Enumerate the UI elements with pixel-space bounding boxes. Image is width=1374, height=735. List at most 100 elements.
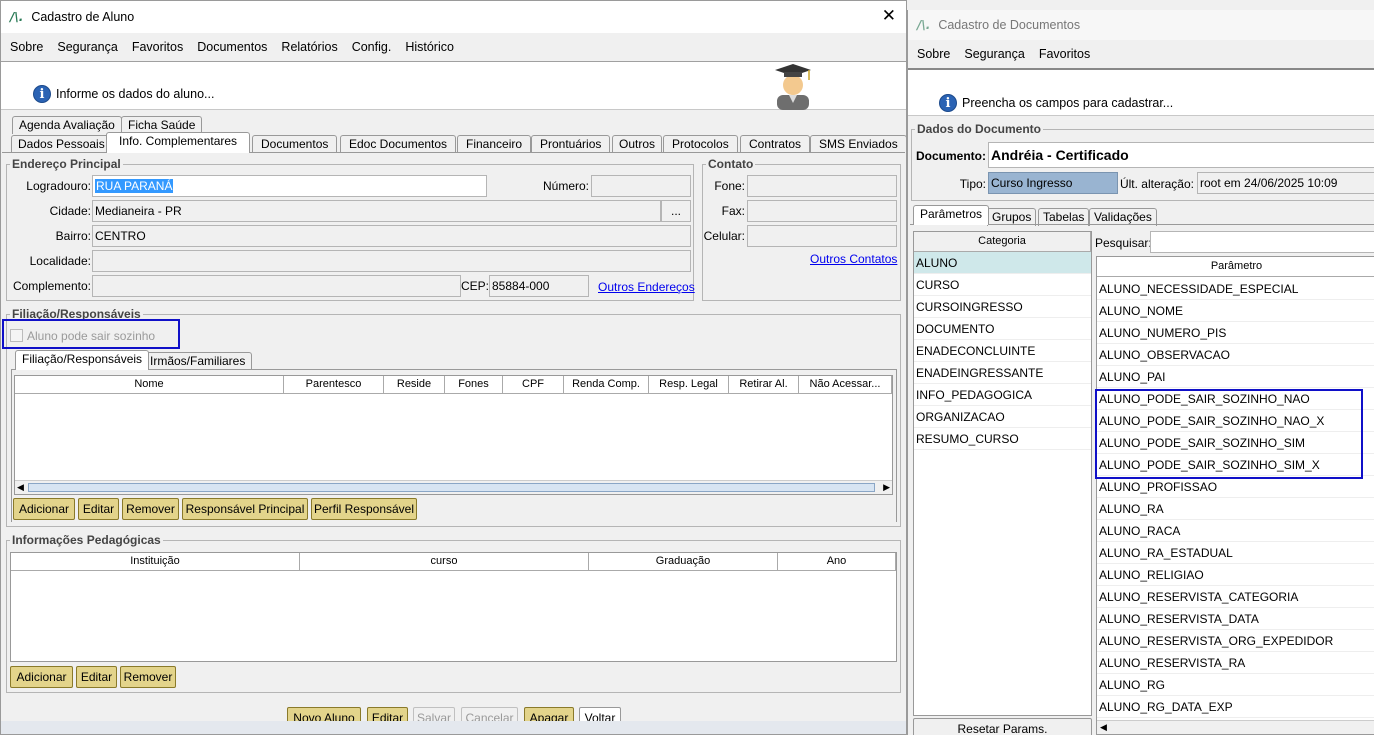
close-icon[interactable]: ✕ — [882, 7, 896, 25]
col-parentesco[interactable]: Parentesco — [284, 376, 384, 394]
cep-field[interactable]: 85884-000 — [489, 275, 589, 297]
cidade-lookup-button[interactable]: ... — [661, 200, 691, 222]
outros-contatos-link[interactable]: Outros Contatos — [810, 252, 897, 266]
parametro-item[interactable]: ALUNO_RELIGIAO — [1097, 564, 1374, 586]
parametro-item[interactable]: ALUNO_PROFISSAO — [1097, 476, 1374, 498]
doc-menu-sobre[interactable]: Sobre — [917, 47, 950, 61]
parametro-item[interactable]: ALUNO_RA — [1097, 498, 1374, 520]
col-renda[interactable]: Renda Comp. — [564, 376, 649, 394]
col-fones[interactable]: Fones — [445, 376, 503, 394]
categoria-item[interactable]: INFO_PEDAGOGICA — [914, 384, 1091, 406]
parametro-item[interactable]: ALUNO_RACA — [1097, 520, 1374, 542]
perfil-responsavel-button[interactable]: Perfil Responsável — [311, 498, 417, 520]
menu-documentos[interactable]: Documentos — [197, 40, 267, 54]
categoria-item[interactable]: ALUNO — [914, 252, 1091, 274]
col-nao-acessar[interactable]: Não Acessar... — [799, 376, 892, 394]
categoria-item[interactable]: ENADEINGRESSANTE — [914, 362, 1091, 384]
celular-field[interactable] — [747, 225, 897, 247]
logradouro-field[interactable]: RUA PARANÁ — [92, 175, 487, 197]
info-icon: i — [33, 85, 51, 103]
categoria-item[interactable]: CURSOINGRESSO — [914, 296, 1091, 318]
tab-protocolos[interactable]: Protocolos — [663, 135, 738, 153]
scroll-right-icon[interactable]: ▶ — [883, 482, 890, 493]
fone-field[interactable] — [747, 175, 897, 197]
col-curso[interactable]: curso — [300, 553, 589, 571]
numero-field[interactable] — [591, 175, 691, 197]
documento-field[interactable]: Andréia - Certificado — [988, 142, 1374, 168]
parametro-item[interactable]: ALUNO_RESERVISTA_DATA — [1097, 608, 1374, 630]
parametro-item[interactable]: ALUNO_RG — [1097, 674, 1374, 696]
tab-dados-pessoais[interactable]: Dados Pessoais — [11, 135, 112, 153]
filiacao-editar-button[interactable]: Editar — [78, 498, 119, 520]
categoria-item[interactable]: RESUMO_CURSO — [914, 428, 1091, 450]
cidade-field[interactable]: Medianeira - PR — [92, 200, 661, 222]
tab-documentos[interactable]: Documentos — [252, 135, 338, 153]
tab-edoc-documentos[interactable]: Edoc Documentos — [340, 135, 457, 153]
banner-text: Informe os dados do aluno... — [56, 87, 215, 101]
tab-info-complementares[interactable]: Info. Complementares — [106, 132, 251, 153]
resetar-params-button[interactable]: Resetar Params. — [913, 718, 1092, 735]
parametro-item[interactable]: ALUNO_OBSERVACAO — [1097, 344, 1374, 366]
scroll-thumb[interactable] — [28, 483, 875, 492]
tab-filiacao-responsaveis[interactable]: Filiação/Responsáveis — [15, 350, 150, 370]
pedagogicas-remover-button[interactable]: Remover — [120, 666, 176, 688]
col-nome[interactable]: Nome — [15, 376, 284, 394]
tab-contratos[interactable]: Contratos — [740, 135, 811, 153]
categoria-header[interactable]: Categoria — [914, 232, 1091, 252]
outros-enderecos-link[interactable]: Outros Endereços — [598, 280, 695, 294]
pesquisar-input[interactable] — [1150, 231, 1374, 253]
col-ano[interactable]: Ano — [778, 553, 896, 571]
tab-agenda-avaliacao[interactable]: Agenda Avaliação — [12, 116, 122, 134]
categoria-item[interactable]: ORGANIZACAO — [914, 406, 1091, 428]
complemento-field[interactable] — [92, 275, 461, 297]
parametro-header[interactable]: Parâmetro — [1097, 257, 1374, 277]
col-resp-legal[interactable]: Resp. Legal — [649, 376, 729, 394]
scroll-left-icon[interactable]: ◀ — [17, 482, 24, 493]
localidade-field[interactable] — [92, 250, 691, 272]
tab-irmaos-familiares[interactable]: Irmãos/Familiares — [143, 352, 253, 370]
tab-parametros[interactable]: Parâmetros — [913, 205, 990, 225]
responsavel-principal-button[interactable]: Responsável Principal — [182, 498, 308, 520]
menu-seguranca[interactable]: Segurança — [57, 40, 117, 54]
menu-historico[interactable]: Histórico — [405, 40, 454, 54]
col-cpf[interactable]: CPF — [503, 376, 564, 394]
parametro-item[interactable]: ALUNO_NOME — [1097, 300, 1374, 322]
parametro-item[interactable]: ALUNO_RA_ESTADUAL — [1097, 542, 1374, 564]
pedagogicas-editar-button[interactable]: Editar — [76, 666, 117, 688]
parametro-item[interactable]: ALUNO_RESERVISTA_CATEGORIA — [1097, 586, 1374, 608]
pedagogicas-legend: Informações Pedagógicas — [10, 533, 163, 547]
parametro-item[interactable]: ALUNO_RG_DATA_EXP — [1097, 696, 1374, 718]
parametro-item[interactable]: ALUNO_NECESSIDADE_ESPECIAL — [1097, 278, 1374, 300]
parametro-item[interactable]: ALUNO_NUMERO_PIS — [1097, 322, 1374, 344]
categoria-item[interactable]: ENADECONCLUINTE — [914, 340, 1091, 362]
col-retirar[interactable]: Retirar Al. — [729, 376, 799, 394]
menu-favoritos[interactable]: Favoritos — [132, 40, 183, 54]
tab-financeiro[interactable]: Financeiro — [457, 135, 532, 153]
parametro-item[interactable]: ALUNO_PAI — [1097, 366, 1374, 388]
col-reside[interactable]: Reside — [384, 376, 445, 394]
menu-config[interactable]: Config. — [352, 40, 392, 54]
bairro-field[interactable]: CENTRO — [92, 225, 691, 247]
tipo-field[interactable]: Curso Ingresso — [988, 172, 1118, 194]
parametro-scroll-left-icon[interactable]: ◀ — [1100, 722, 1107, 733]
tab-sms-enviados[interactable]: SMS Enviados — [810, 135, 906, 153]
filiacao-remover-button[interactable]: Remover — [122, 498, 179, 520]
filiacao-adicionar-button[interactable]: Adicionar — [13, 498, 75, 520]
col-graduacao[interactable]: Graduação — [589, 553, 778, 571]
parametro-item[interactable]: ALUNO_RESERVISTA_RA — [1097, 652, 1374, 674]
ult-alteracao-label: Últ. alteração: — [1119, 177, 1194, 191]
tab-outros[interactable]: Outros — [612, 135, 663, 153]
fax-field[interactable] — [747, 200, 897, 222]
categoria-item[interactable]: CURSO — [914, 274, 1091, 296]
parametro-hscrollbar[interactable]: ◀ — [1097, 720, 1374, 734]
pedagogicas-adicionar-button[interactable]: Adicionar — [10, 666, 73, 688]
menu-sobre[interactable]: Sobre — [10, 40, 43, 54]
parametro-item[interactable]: ALUNO_RESERVISTA_ORG_EXPEDIDOR — [1097, 630, 1374, 652]
categoria-item[interactable]: DOCUMENTO — [914, 318, 1091, 340]
tab-prontuarios[interactable]: Prontuários — [531, 135, 611, 153]
menu-relatorios[interactable]: Relatórios — [281, 40, 337, 54]
doc-menu-seguranca[interactable]: Segurança — [964, 47, 1024, 61]
doc-menu-favoritos[interactable]: Favoritos — [1039, 47, 1090, 61]
horizontal-scrollbar[interactable]: ◀ ▶ — [15, 480, 892, 494]
col-instituicao[interactable]: Instituição — [11, 553, 300, 571]
